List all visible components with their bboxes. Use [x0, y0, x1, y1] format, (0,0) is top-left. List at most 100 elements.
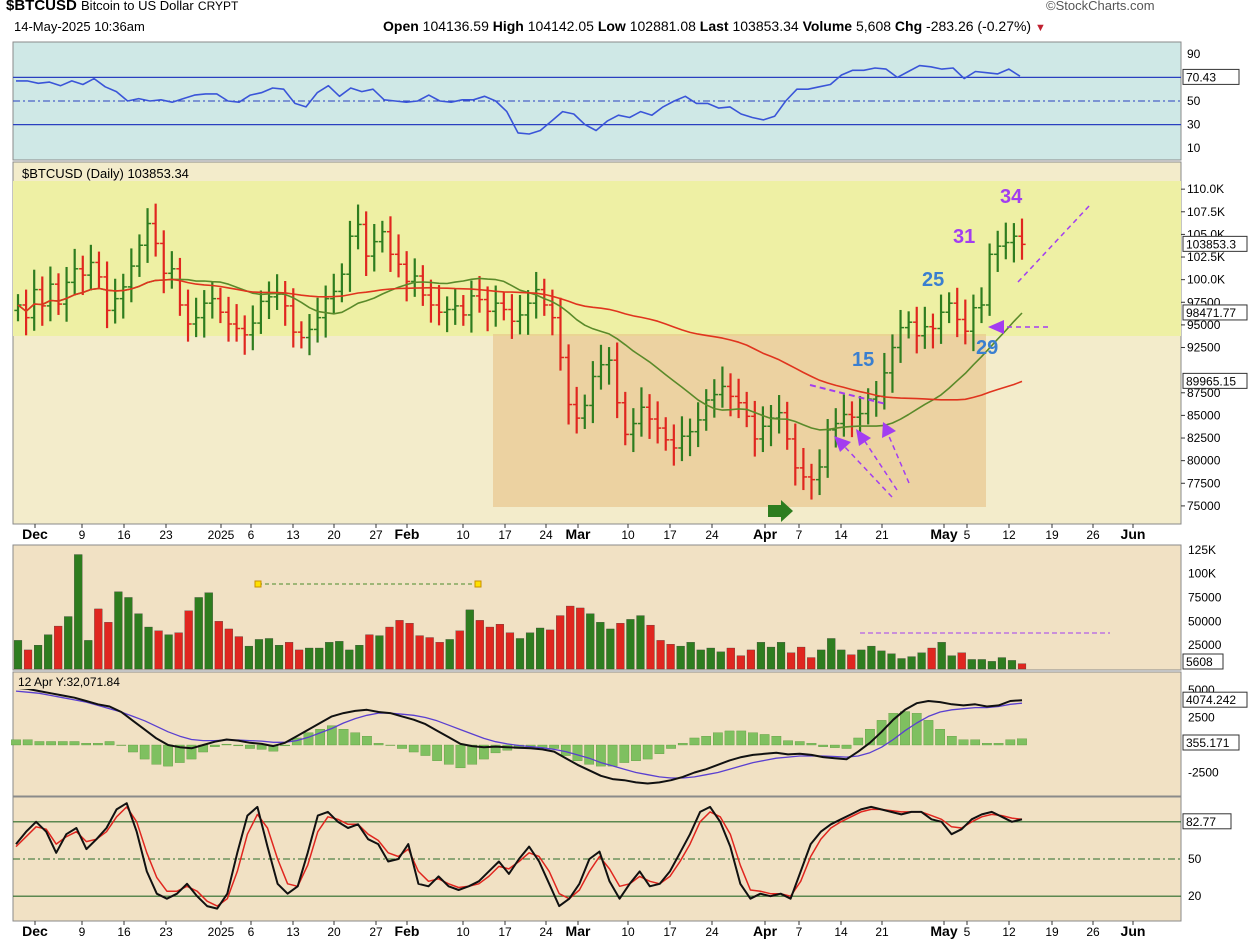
date-tick-label: 14: [834, 528, 848, 542]
volume-bar: [967, 659, 976, 670]
volume-bar: [264, 638, 274, 670]
date-tick-label: 27: [369, 528, 383, 542]
macd-histogram-bar: [701, 736, 711, 746]
date-tick-label: Mar: [566, 526, 591, 542]
price-tick-label: 107.5K: [1187, 205, 1225, 219]
rsi-tick-label: 10: [1187, 141, 1201, 155]
macd-histogram-bar: [93, 743, 103, 746]
volume-bar: [525, 632, 535, 670]
volume-bar: [254, 639, 264, 670]
date-tick-label: 9: [79, 925, 86, 939]
volume-bar: [1017, 663, 1027, 670]
price-tick-label: 80000: [1187, 454, 1221, 468]
rsi-tick-label: 30: [1187, 118, 1201, 132]
volume-bar: [937, 642, 946, 670]
macd-histogram-bar: [420, 744, 431, 756]
volume-bar: [164, 634, 173, 670]
date-tick-label: 17: [663, 925, 677, 939]
stoch-tick-label: 20: [1188, 889, 1202, 903]
volume-bar: [475, 620, 484, 670]
volume-bar: [94, 608, 103, 670]
price-tick-label: 100.0K: [1187, 273, 1225, 287]
volume-bar: [566, 605, 575, 670]
volume-bar: [385, 626, 394, 670]
macd-histogram-bar: [1017, 738, 1027, 746]
macd-histogram-bar: [771, 736, 782, 746]
volume-bar: [987, 661, 996, 670]
rsi-tick-label: 90: [1187, 47, 1201, 61]
price-tick-label: 75000: [1187, 499, 1221, 513]
volume-bar: [74, 554, 83, 670]
consolidation-box: [493, 334, 986, 507]
date-tick-label: Dec: [22, 923, 48, 939]
macd-histogram-bar: [233, 744, 244, 747]
macd-histogram-bar: [104, 741, 115, 746]
macd-histogram-bar: [748, 732, 758, 746]
volume-bar: [586, 613, 595, 670]
macd-histogram-bar: [970, 739, 981, 746]
volume-bar: [867, 645, 876, 670]
macd-histogram-bar: [280, 744, 290, 747]
volume-bar: [84, 640, 93, 670]
volume-bar: [897, 658, 906, 670]
volume-bar: [766, 646, 776, 670]
chart-area[interactable]: 103050709070.43110.0K107.5K105.0K102.5K1…: [0, 0, 1248, 942]
date-tick-label: 24: [705, 925, 719, 939]
volume-bar: [576, 607, 585, 670]
volume-bar: [656, 640, 665, 670]
volume-bar: [847, 654, 856, 670]
volume-bar: [194, 597, 203, 670]
volume-bar: [305, 647, 314, 670]
volume-bar: [345, 649, 354, 670]
volume-bar: [666, 644, 675, 670]
volume-bar: [104, 622, 113, 670]
volume-bar: [144, 626, 153, 670]
volume-bar: [706, 647, 715, 670]
macd-panel: [12, 671, 1182, 797]
price-tick-label: 82500: [1187, 431, 1221, 445]
volume-bar: [776, 642, 786, 670]
date-tick-label: 21: [875, 925, 889, 939]
volume-bar: [947, 655, 956, 670]
volume-last-value: 5608: [1186, 655, 1213, 669]
volume-bar: [124, 597, 133, 670]
volume-bar: [274, 645, 284, 670]
macd-histogram-bar: [584, 744, 595, 765]
volume-bar: [997, 657, 1006, 670]
macd-histogram-bar: [69, 741, 80, 746]
macd-histogram-bar: [841, 744, 852, 749]
volume-bar: [887, 653, 896, 670]
macd-histogram-bar: [1005, 739, 1016, 746]
price-tick-label: 110.0K: [1187, 182, 1224, 196]
macd-histogram-bar: [151, 744, 162, 765]
volume-bar: [505, 632, 515, 670]
volume-bar: [696, 649, 705, 670]
macd-histogram-bar: [560, 744, 571, 756]
volume-bar: [405, 623, 414, 670]
volume-bar: [726, 647, 735, 670]
volume-bar: [154, 630, 163, 670]
date-tick-label: 13: [286, 528, 300, 542]
volume-level-handle-right[interactable]: [474, 580, 482, 588]
macd-histogram-bar: [818, 744, 828, 747]
macd-histogram-bar: [689, 737, 700, 746]
price-title: $BTCUSD (Daily) 103853.34: [22, 166, 189, 181]
volume-level-handle-left[interactable]: [254, 580, 262, 588]
date-tick-label: 6: [248, 528, 255, 542]
date-tick-label: 26: [1086, 925, 1100, 939]
macd-histogram-bar: [923, 720, 934, 746]
macd-histogram-bar: [221, 743, 232, 746]
macd-histogram-bar: [631, 744, 641, 761]
volume-bar: [746, 649, 755, 670]
rsi-tick-label: 50: [1187, 94, 1201, 108]
macd-histogram-bar: [432, 744, 442, 761]
volume-bar: [375, 635, 384, 670]
sma-fast-value: 98471.77: [1186, 306, 1236, 320]
macd-last-value: 4074.242: [1186, 693, 1236, 707]
macd-hist-value: 355.171: [1186, 736, 1230, 750]
date-tick-label: May: [930, 923, 957, 939]
volume-bar: [736, 655, 745, 670]
volume-bar: [837, 649, 846, 670]
macd-histogram-bar: [993, 743, 1004, 746]
date-tick-label: Mar: [566, 923, 591, 939]
